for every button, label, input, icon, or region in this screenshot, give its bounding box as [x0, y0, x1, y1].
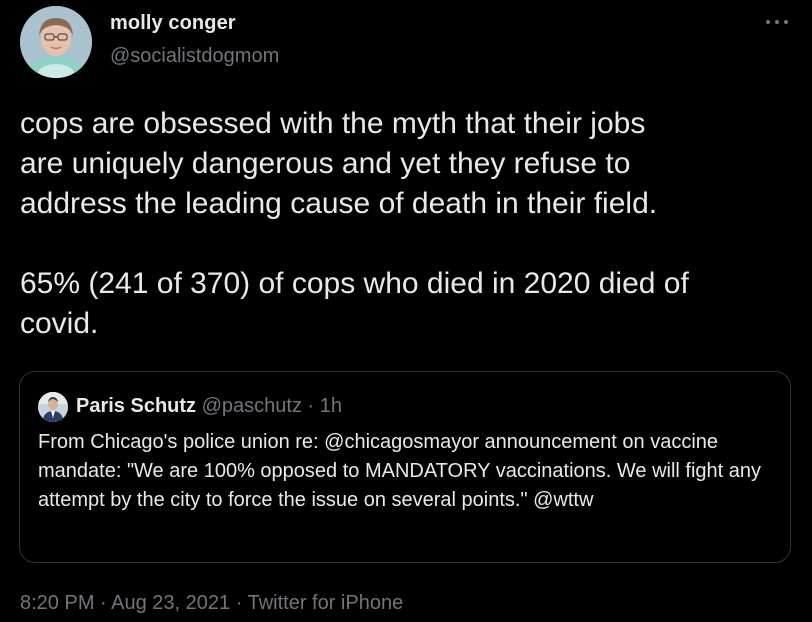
quoted-author-display-name[interactable]: Paris Schutz	[76, 395, 196, 417]
author-display-name[interactable]: molly conger	[110, 12, 236, 35]
quoted-tweet[interactable]: Paris Schutz @paschutz · 1h From Chicago…	[19, 371, 791, 563]
meta-separator: ·	[94, 592, 112, 614]
tweet-date[interactable]: Aug 23, 2021	[111, 592, 230, 614]
meta-separator: ·	[230, 592, 248, 614]
tweet-time[interactable]: 8:20 PM	[20, 592, 94, 614]
tweet: molly conger @socialistdogmom cops are o…	[0, 0, 812, 622]
quoted-tweet-header: Paris Schutz @paschutz · 1h	[76, 394, 342, 418]
quoted-author-avatar[interactable]	[38, 392, 68, 422]
tweet-metadata: 8:20 PM · Aug 23, 2021 · Twitter for iPh…	[20, 592, 403, 615]
tweet-source[interactable]: Twitter for iPhone	[248, 592, 404, 614]
more-options-icon[interactable]	[762, 12, 792, 32]
author-handle[interactable]: @socialistdogmom	[110, 45, 279, 68]
quoted-tweet-text: From Chicago's police union re: @chicago…	[38, 431, 762, 511]
quoted-separator: ·	[307, 395, 315, 417]
profile-photo-icon	[20, 6, 92, 78]
quoted-author-handle[interactable]: @paschutz	[202, 395, 302, 417]
quoted-timestamp[interactable]: 1h	[320, 395, 342, 417]
author-avatar[interactable]	[20, 6, 92, 78]
tweet-text: cops are obsessed with the myth that the…	[20, 107, 689, 340]
quoted-profile-photo-icon	[38, 392, 68, 422]
